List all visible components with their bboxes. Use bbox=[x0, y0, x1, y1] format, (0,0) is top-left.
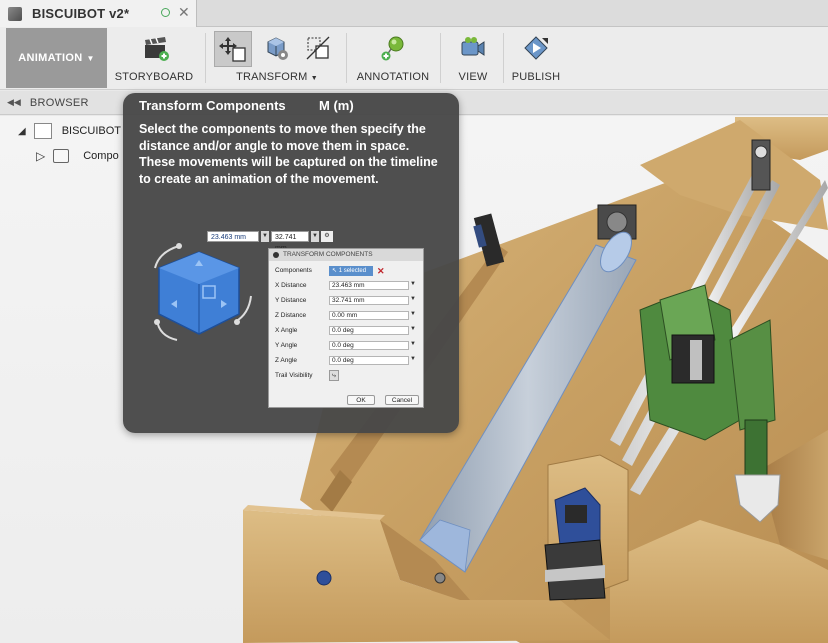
view-label: VIEW bbox=[458, 71, 488, 83]
row-label: X Distance bbox=[275, 282, 307, 289]
workspace-label: ANIMATION bbox=[18, 52, 83, 64]
chevron-down-icon: ▼ bbox=[410, 341, 416, 347]
tree-components-label: Compo bbox=[83, 150, 119, 162]
row-label: Trail Visibility bbox=[275, 372, 313, 379]
restore-position-icon[interactable] bbox=[304, 34, 332, 62]
tooltip-description: Select the components to move then speci… bbox=[139, 122, 438, 186]
annotation-group[interactable]: ANNOTATION bbox=[350, 27, 436, 88]
document-tab-bar: BISCUIBOT v2* ✕ bbox=[0, 0, 828, 27]
row-label: Y Distance bbox=[275, 297, 307, 304]
tooltip-title: Transform Components bbox=[139, 98, 286, 113]
transform-tooltip: Transform Components M (m) Select the co… bbox=[123, 93, 459, 433]
move-arrows-icon bbox=[219, 37, 246, 62]
mini-options-icon: ⚙ bbox=[321, 230, 333, 242]
collapse-left-icon[interactable]: ◀◀ bbox=[7, 97, 21, 108]
row-label: Y Angle bbox=[275, 342, 298, 349]
folder-icon bbox=[53, 149, 70, 163]
x-distance-value: 23.463 mm bbox=[329, 281, 409, 290]
assembly-icon bbox=[33, 123, 52, 139]
row-label: X Angle bbox=[275, 327, 298, 334]
chevron-down-icon[interactable]: ▼ bbox=[311, 75, 318, 82]
cursor-icon: ↖ bbox=[332, 268, 339, 274]
expand-triangle-icon[interactable]: ▷ bbox=[36, 149, 45, 163]
tooltip-shortcut: M (m) bbox=[319, 98, 354, 113]
view-group[interactable]: VIEW bbox=[446, 27, 500, 88]
chevron-down-icon: ▼ bbox=[410, 326, 416, 332]
camera-view-icon bbox=[461, 37, 485, 56]
toolbar-divider bbox=[346, 33, 347, 83]
workspace-switcher[interactable]: ANIMATION ▼ bbox=[6, 28, 107, 88]
toolbar-divider bbox=[205, 33, 206, 83]
dialog-title: TRANSFORM COMPONENTS bbox=[269, 249, 423, 261]
document-tab[interactable]: BISCUIBOT v2* ✕ bbox=[0, 0, 197, 27]
chevron-down-icon: ▼ bbox=[311, 230, 319, 242]
chevron-down-icon: ▼ bbox=[86, 53, 95, 63]
z-angle-value: 0.0 deg bbox=[329, 356, 409, 365]
selection-count: 1 selected bbox=[338, 268, 367, 274]
publish-video-icon bbox=[524, 36, 548, 60]
align-components-icon[interactable] bbox=[262, 34, 290, 62]
tree-row-root[interactable]: ◢ BISCUIBOT bbox=[18, 123, 121, 139]
transform-dialog-preview: TRANSFORM COMPONENTS Components ↖ 1 sele… bbox=[268, 248, 424, 408]
row-label: Z Distance bbox=[275, 312, 307, 319]
annotation-icon bbox=[381, 36, 404, 61]
toolbar-divider bbox=[503, 33, 504, 83]
document-icon bbox=[8, 6, 22, 21]
document-title: BISCUIBOT v2* bbox=[32, 6, 130, 21]
trail-visibility-icon: ⤷ bbox=[329, 370, 339, 381]
chevron-down-icon: ▼ bbox=[410, 296, 416, 302]
clear-selection-icon: ✕ bbox=[377, 266, 385, 276]
transform-label: TRANSFORM bbox=[236, 71, 308, 83]
storyboard-group[interactable]: STORYBOARD bbox=[110, 27, 198, 88]
tree-row-components[interactable]: ▷ Compo bbox=[36, 149, 119, 163]
toolbar-divider bbox=[440, 33, 441, 83]
chevron-down-icon: ▼ bbox=[410, 311, 416, 317]
z-distance-value: 0.00 mm bbox=[329, 311, 409, 320]
components-selection: ↖ 1 selected bbox=[329, 266, 373, 276]
manipulator-cube-icon bbox=[154, 243, 252, 341]
row-label: Components bbox=[275, 267, 312, 274]
y-distance-value: 32.741 mm bbox=[329, 296, 409, 305]
annotation-label: ANNOTATION bbox=[356, 71, 430, 83]
dialog-bullet-icon bbox=[273, 252, 279, 258]
tree-root-label: BISCUIBOT bbox=[61, 125, 121, 137]
dialog-title-text: TRANSFORM COMPONENTS bbox=[283, 251, 373, 258]
chevron-down-icon: ▼ bbox=[261, 230, 269, 242]
transform-components-button[interactable] bbox=[214, 31, 252, 67]
y-angle-value: 0.0 deg bbox=[329, 341, 409, 350]
x-angle-value: 0.0 deg bbox=[329, 326, 409, 335]
chevron-down-icon: ▼ bbox=[410, 356, 416, 362]
toolbar: ANIMATION ▼ STORYBOARD TRANSFORM ▼ ANNOT… bbox=[0, 27, 828, 90]
publish-label: PUBLISH bbox=[511, 71, 561, 83]
storyboard-icon bbox=[145, 37, 169, 61]
ok-button: OK bbox=[347, 395, 375, 405]
mini-y-field: 32.741 mm bbox=[271, 230, 309, 252]
transform-group[interactable]: TRANSFORM ▼ bbox=[210, 27, 344, 88]
cancel-button: Cancel bbox=[385, 395, 419, 405]
collapse-triangle-icon[interactable]: ◢ bbox=[18, 126, 26, 137]
storyboard-label: STORYBOARD bbox=[114, 71, 194, 83]
browser-label: BROWSER bbox=[29, 96, 89, 109]
close-icon[interactable]: ✕ bbox=[178, 4, 190, 21]
publish-group[interactable]: PUBLISH bbox=[507, 27, 565, 88]
row-label: Z Angle bbox=[275, 357, 298, 364]
chevron-down-icon: ▼ bbox=[410, 281, 416, 287]
save-status-icon[interactable] bbox=[161, 8, 170, 17]
